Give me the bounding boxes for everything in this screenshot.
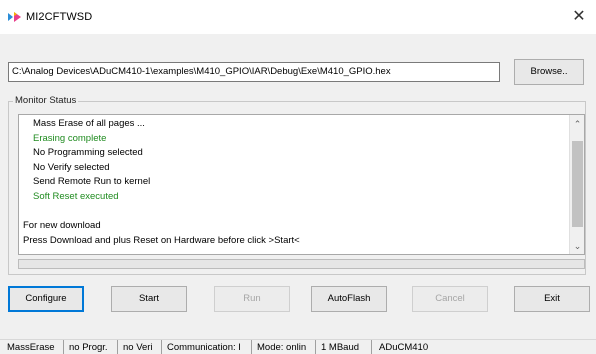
log-line: No Programming selected xyxy=(33,147,143,159)
status-mass-erase: MassErase xyxy=(4,340,64,354)
progress-bar xyxy=(18,259,585,269)
log-line: Send Remote Run to kernel xyxy=(33,176,151,188)
scroll-up-icon[interactable]: ⌃ xyxy=(570,117,584,132)
log-line: Press Download and plus Reset on Hardwar… xyxy=(23,234,300,246)
log-line: Erasing complete xyxy=(33,132,107,144)
status-verify: no Veri xyxy=(120,340,162,354)
configure-button[interactable]: Configure xyxy=(8,286,84,312)
status-baud: 1 MBaud xyxy=(318,340,372,354)
status-programming: no Progr. xyxy=(66,340,118,354)
app-icon xyxy=(8,12,21,22)
browse-button[interactable]: Browse.. xyxy=(514,59,584,85)
log-line: Soft Reset executed xyxy=(33,190,119,202)
hex-file-path-field[interactable]: C:\Analog Devices\ADuCM410-1\examples\M4… xyxy=(8,62,500,82)
window-title: MI2CFTWSD xyxy=(26,11,93,23)
autoflash-button[interactable]: AutoFlash xyxy=(311,286,387,312)
monitor-log[interactable]: Mass Erase of all pages ... Erasing comp… xyxy=(18,114,585,255)
close-icon[interactable]: ✕ xyxy=(568,6,590,28)
log-line: No Verify selected xyxy=(33,161,110,173)
run-button[interactable]: Run xyxy=(214,286,290,312)
log-lines: Mass Erase of all pages ... Erasing comp… xyxy=(19,117,569,248)
start-button[interactable]: Start xyxy=(111,286,187,312)
status-communication: Communication: I xyxy=(164,340,252,354)
exit-button[interactable]: Exit xyxy=(514,286,590,312)
status-bar: MassErase no Progr. no Veri Communicatio… xyxy=(0,339,596,354)
scroll-thumb[interactable] xyxy=(572,141,583,227)
log-line: Mass Erase of all pages ... xyxy=(33,118,145,129)
log-line: For new download xyxy=(23,220,101,232)
scroll-down-icon[interactable]: ⌄ xyxy=(570,239,584,254)
monitor-status-label: Monitor Status xyxy=(13,95,79,106)
log-scrollbar[interactable]: ⌃ ⌄ xyxy=(569,115,584,254)
title-bar: MI2CFTWSD ✕ xyxy=(0,0,596,34)
status-mode: Mode: onlin xyxy=(254,340,316,354)
cancel-button[interactable]: Cancel xyxy=(412,286,488,312)
status-device: ADuCM410 xyxy=(379,342,429,353)
